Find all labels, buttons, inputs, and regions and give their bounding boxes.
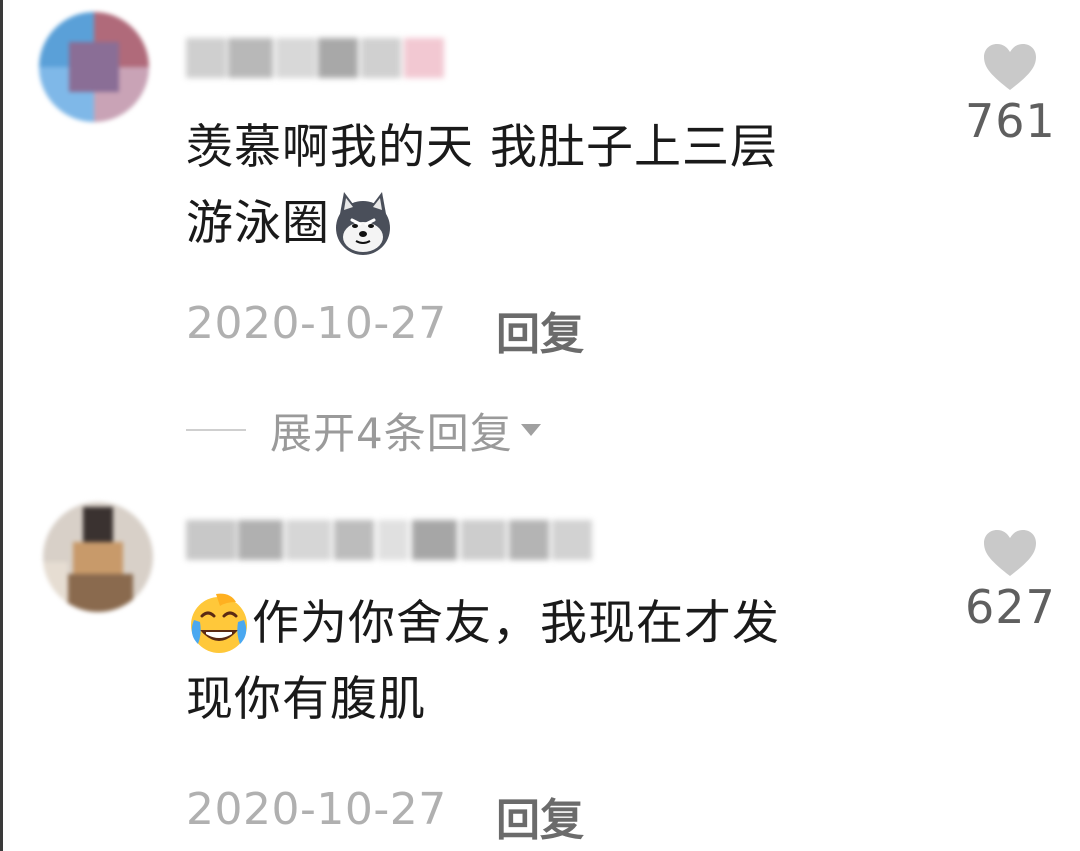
comment-text-line: 游泳圈 [186, 186, 906, 262]
comment-text-line: 现你有腹肌 [186, 672, 426, 727]
comment-text-fragment: 游泳圈 [186, 196, 330, 251]
like-button[interactable]: 761 [965, 42, 1055, 148]
comment-text: 羡慕啊我的天 我肚子上三层 游泳圈 [186, 110, 906, 262]
expand-replies-label: 展开4条回复 [270, 408, 513, 458]
expand-replies-button[interactable]: 展开4条回复 [186, 400, 541, 460]
reply-button[interactable]: 回复 [496, 298, 584, 362]
comment-text-fragment: 作为你舍友，我现在才发 [252, 596, 780, 651]
heart-icon [984, 44, 1036, 90]
heart-icon [984, 530, 1036, 576]
comment-item: 羡慕啊我的天 我肚子上三层 游泳圈 2020-10-27 回复 761 展开4条… [3, 0, 1080, 470]
husky-dog-emoji-icon [330, 190, 396, 256]
comment-date: 2020-10-27 [186, 784, 447, 835]
comment-date: 2020-10-27 [186, 298, 447, 349]
laughing-crying-emoji-icon [186, 590, 252, 656]
divider [186, 429, 246, 431]
reply-button[interactable]: 回复 [496, 784, 584, 848]
username-blurred[interactable] [186, 520, 596, 560]
caret-down-icon [520, 424, 541, 436]
username-blurred[interactable] [186, 38, 456, 78]
comment-text: 作为你舍友，我现在才发 现你有腹肌 [186, 586, 906, 738]
comment-text-line: 作为你舍友，我现在才发 [186, 586, 906, 662]
like-count: 627 [965, 580, 1056, 634]
comment-item: 作为你舍友，我现在才发 现你有腹肌 2020-10-27 回复 627 [3, 490, 1080, 851]
like-count: 761 [965, 94, 1056, 148]
like-button[interactable]: 627 [965, 528, 1055, 634]
comment-text-line: 羡慕啊我的天 我肚子上三层 [186, 120, 778, 175]
avatar[interactable] [43, 502, 153, 612]
avatar[interactable] [39, 12, 149, 122]
